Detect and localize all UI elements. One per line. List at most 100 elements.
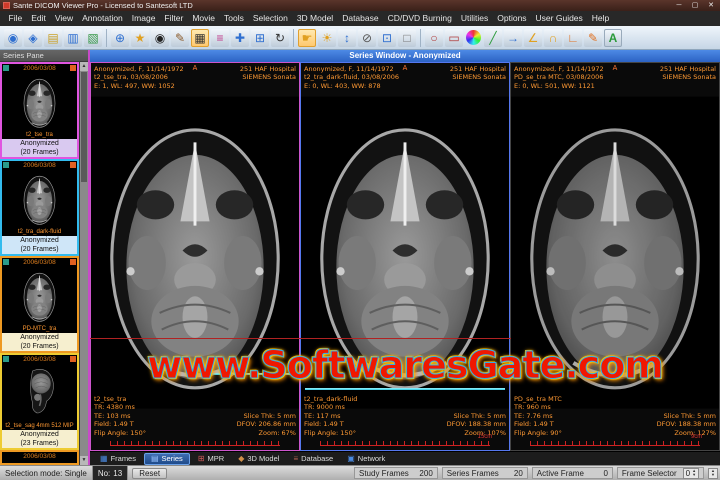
paint-tool-icon[interactable]: ✎: [171, 28, 189, 47]
scout-line-cyan: [305, 388, 505, 391]
cobb-angle-icon[interactable]: ∟: [564, 28, 582, 47]
menu-3d-model[interactable]: 3D Model: [292, 11, 337, 26]
series-thumbnail-3[interactable]: 2006/03/08 PD-MTC_tra Anonymized (20 Fra…: [0, 256, 79, 353]
tab-frames[interactable]: ▦ Frames: [94, 453, 142, 465]
sidebar-scrollbar[interactable]: ▲ ▼: [79, 62, 88, 465]
menu-view[interactable]: View: [50, 11, 77, 26]
thumb-date: 2006/03/08: [23, 453, 56, 460]
reset-button[interactable]: Reset: [132, 467, 168, 479]
thumb-label: Anonymized (20 Frames): [2, 139, 77, 157]
view-eye-icon[interactable]: ◉: [151, 28, 169, 47]
crop-rectangle-icon[interactable]: □: [398, 28, 416, 47]
tab-mpr[interactable]: ⊞ MPR: [192, 453, 230, 465]
overlay-line: Field: 1.49 T: [514, 420, 554, 429]
series-thumbnail-4[interactable]: 2006/03/08 t2_tse_sag 4mm 512 MIP Anonym…: [0, 353, 79, 450]
thumb-frames: (20 Frames): [20, 149, 59, 156]
menu-user-guides[interactable]: User Guides: [531, 11, 587, 26]
scroll-up-icon[interactable]: ▲: [80, 62, 88, 71]
close-icon[interactable]: ✕: [705, 1, 717, 10]
database-icon: ≡: [293, 453, 299, 463]
active-frame-field: Active Frame 0: [531, 467, 613, 479]
menu-database[interactable]: Database: [338, 11, 383, 26]
dicom-network-icon[interactable]: ⊕: [111, 28, 129, 47]
overlay-line: t2_tra_dark-fluid, 03/08/2006: [304, 73, 400, 82]
overlay-line: PD_se_tra MTC: [514, 394, 562, 403]
spinner-arrows-icon[interactable]: ▲ ▼: [692, 469, 696, 477]
menu-edit[interactable]: Edit: [27, 11, 51, 26]
menu-help[interactable]: Help: [587, 11, 613, 26]
text-annotation-icon[interactable]: A: [604, 28, 622, 47]
overlay-bottom-right: Slice Thk: 5 mm DFOV: 206.86 mm Zoom: 67…: [237, 412, 296, 437]
image-viewport-1[interactable]: Anonymized, F, 11/14/1972 t2_tse_tra, 03…: [90, 62, 300, 451]
edit-report-icon[interactable]: ▧: [84, 28, 102, 47]
pencil-draw-icon[interactable]: ✎: [584, 28, 602, 47]
end-spinner[interactable]: ▲ ▼: [708, 467, 718, 479]
expand-view-icon[interactable]: ✚: [231, 28, 249, 47]
menu-annotation[interactable]: Annotation: [78, 11, 128, 26]
import-study-icon[interactable]: ◈: [24, 28, 42, 47]
scroll-down-icon[interactable]: ▼: [80, 456, 88, 465]
thumb-date: 2006/03/08: [23, 259, 56, 266]
pan-hand-icon[interactable]: ☛: [298, 28, 316, 47]
tab-network[interactable]: ▣ Network: [341, 453, 391, 465]
overlay-top-right: 251 HAF Hospital SIEMENS Sonata: [660, 65, 716, 82]
overlay-line: t2_tse_tra: [94, 394, 127, 403]
image-viewport-2[interactable]: Anonymized, F, 11/14/1972 t2_tra_dark-fl…: [300, 62, 510, 451]
tab-label: 3D Model: [247, 454, 280, 463]
zoom-region-icon[interactable]: ⊡: [378, 28, 396, 47]
angle-measure-icon[interactable]: ∠: [524, 28, 542, 47]
menu-image[interactable]: Image: [127, 11, 160, 26]
scroll-frames-icon[interactable]: ↕: [338, 28, 356, 47]
menu-tools[interactable]: Tools: [220, 11, 249, 26]
save-series-icon[interactable]: ▤: [44, 28, 62, 47]
tab-database[interactable]: ≡ Database: [287, 453, 339, 465]
magnifier-icon[interactable]: ⊘: [358, 28, 376, 47]
arrow-annotation-icon[interactable]: →: [504, 28, 522, 47]
rotate-image-icon[interactable]: ↻: [271, 28, 289, 47]
series-thumbnail-5[interactable]: 2006/03/08: [0, 450, 79, 465]
ellipse-roi-icon[interactable]: ○: [425, 28, 443, 47]
menu-selection[interactable]: Selection: [248, 11, 292, 26]
viewport-grid: Anonymized, F, 11/14/1972 t2_tse_tra, 03…: [90, 62, 720, 451]
overlay-line: Anonymized, F, 11/14/1972: [94, 65, 184, 73]
image-viewport-3[interactable]: Anonymized, F, 11/14/1972 PD_se_tra MTC,…: [510, 62, 720, 451]
menu-filter[interactable]: Filter: [160, 11, 188, 26]
overlay-line: Flip Angle: 150°: [94, 428, 146, 437]
color-pens-icon[interactable]: ≡: [211, 28, 229, 47]
maximize-icon[interactable]: ▢: [689, 1, 701, 10]
menu-utilities[interactable]: Utilities: [456, 11, 492, 26]
quick-filter-icon[interactable]: ★: [131, 28, 149, 47]
overlay-line: Flip Angle: 90°: [514, 428, 562, 437]
overlay-line: E: 0, WL: 403, WW: 878: [304, 81, 381, 90]
scrollbar-track[interactable]: [80, 71, 88, 456]
tab-series[interactable]: ▤ Series: [143, 452, 190, 465]
rectangle-roi-icon[interactable]: ▭: [445, 28, 463, 47]
frame-selector-spinner[interactable]: 0 ▲ ▼: [682, 467, 700, 479]
series-icon: ▤: [150, 453, 159, 463]
overlay-top-left: Anonymized, F, 11/14/1972 PD_se_tra MTC,…: [514, 65, 604, 90]
scrollbar-thumb[interactable]: [81, 72, 87, 182]
fit-to-screen-icon[interactable]: ⊞: [251, 28, 269, 47]
series-thumbnail-2[interactable]: 2006/03/08 t2_tra_dark-fluid Anonymized …: [0, 159, 79, 256]
menu-options[interactable]: Options: [493, 11, 531, 26]
window-level-icon[interactable]: ☀: [318, 28, 336, 47]
menu-file[interactable]: File: [4, 11, 27, 26]
series-thumbnail-1[interactable]: 2006/03/08 t2_tse_tra Anonymized (20 Fra…: [0, 62, 79, 159]
tab-3d-model[interactable]: ◆ 3D Model: [232, 453, 285, 465]
spinner-arrows-icon[interactable]: ▲ ▼: [711, 469, 715, 477]
overlay-line: Field: 1.49 T: [94, 420, 134, 429]
menu-movie[interactable]: Movie: [188, 11, 220, 26]
overlay-line: SIEMENS Sonata: [452, 73, 506, 82]
menu-cddvd-burning[interactable]: CD/DVD Burning: [383, 11, 456, 26]
protractor-icon[interactable]: ∩: [544, 28, 562, 47]
copy-frames-icon[interactable]: ▥: [64, 28, 82, 47]
minimize-icon[interactable]: ─: [673, 1, 685, 10]
open-study-icon[interactable]: ◉: [4, 28, 22, 47]
histogram-icon[interactable]: ▦: [191, 28, 209, 47]
line-measure-icon[interactable]: ╱: [484, 28, 502, 47]
overlay-line: TE: 7.76 ms: [514, 411, 553, 420]
palette-icon[interactable]: [466, 30, 481, 45]
study-frames-label: Study Frames: [358, 468, 409, 478]
overlay-line: Zoom: 107%: [464, 428, 506, 437]
overlay-line: TR: 9000 ms: [304, 403, 345, 412]
